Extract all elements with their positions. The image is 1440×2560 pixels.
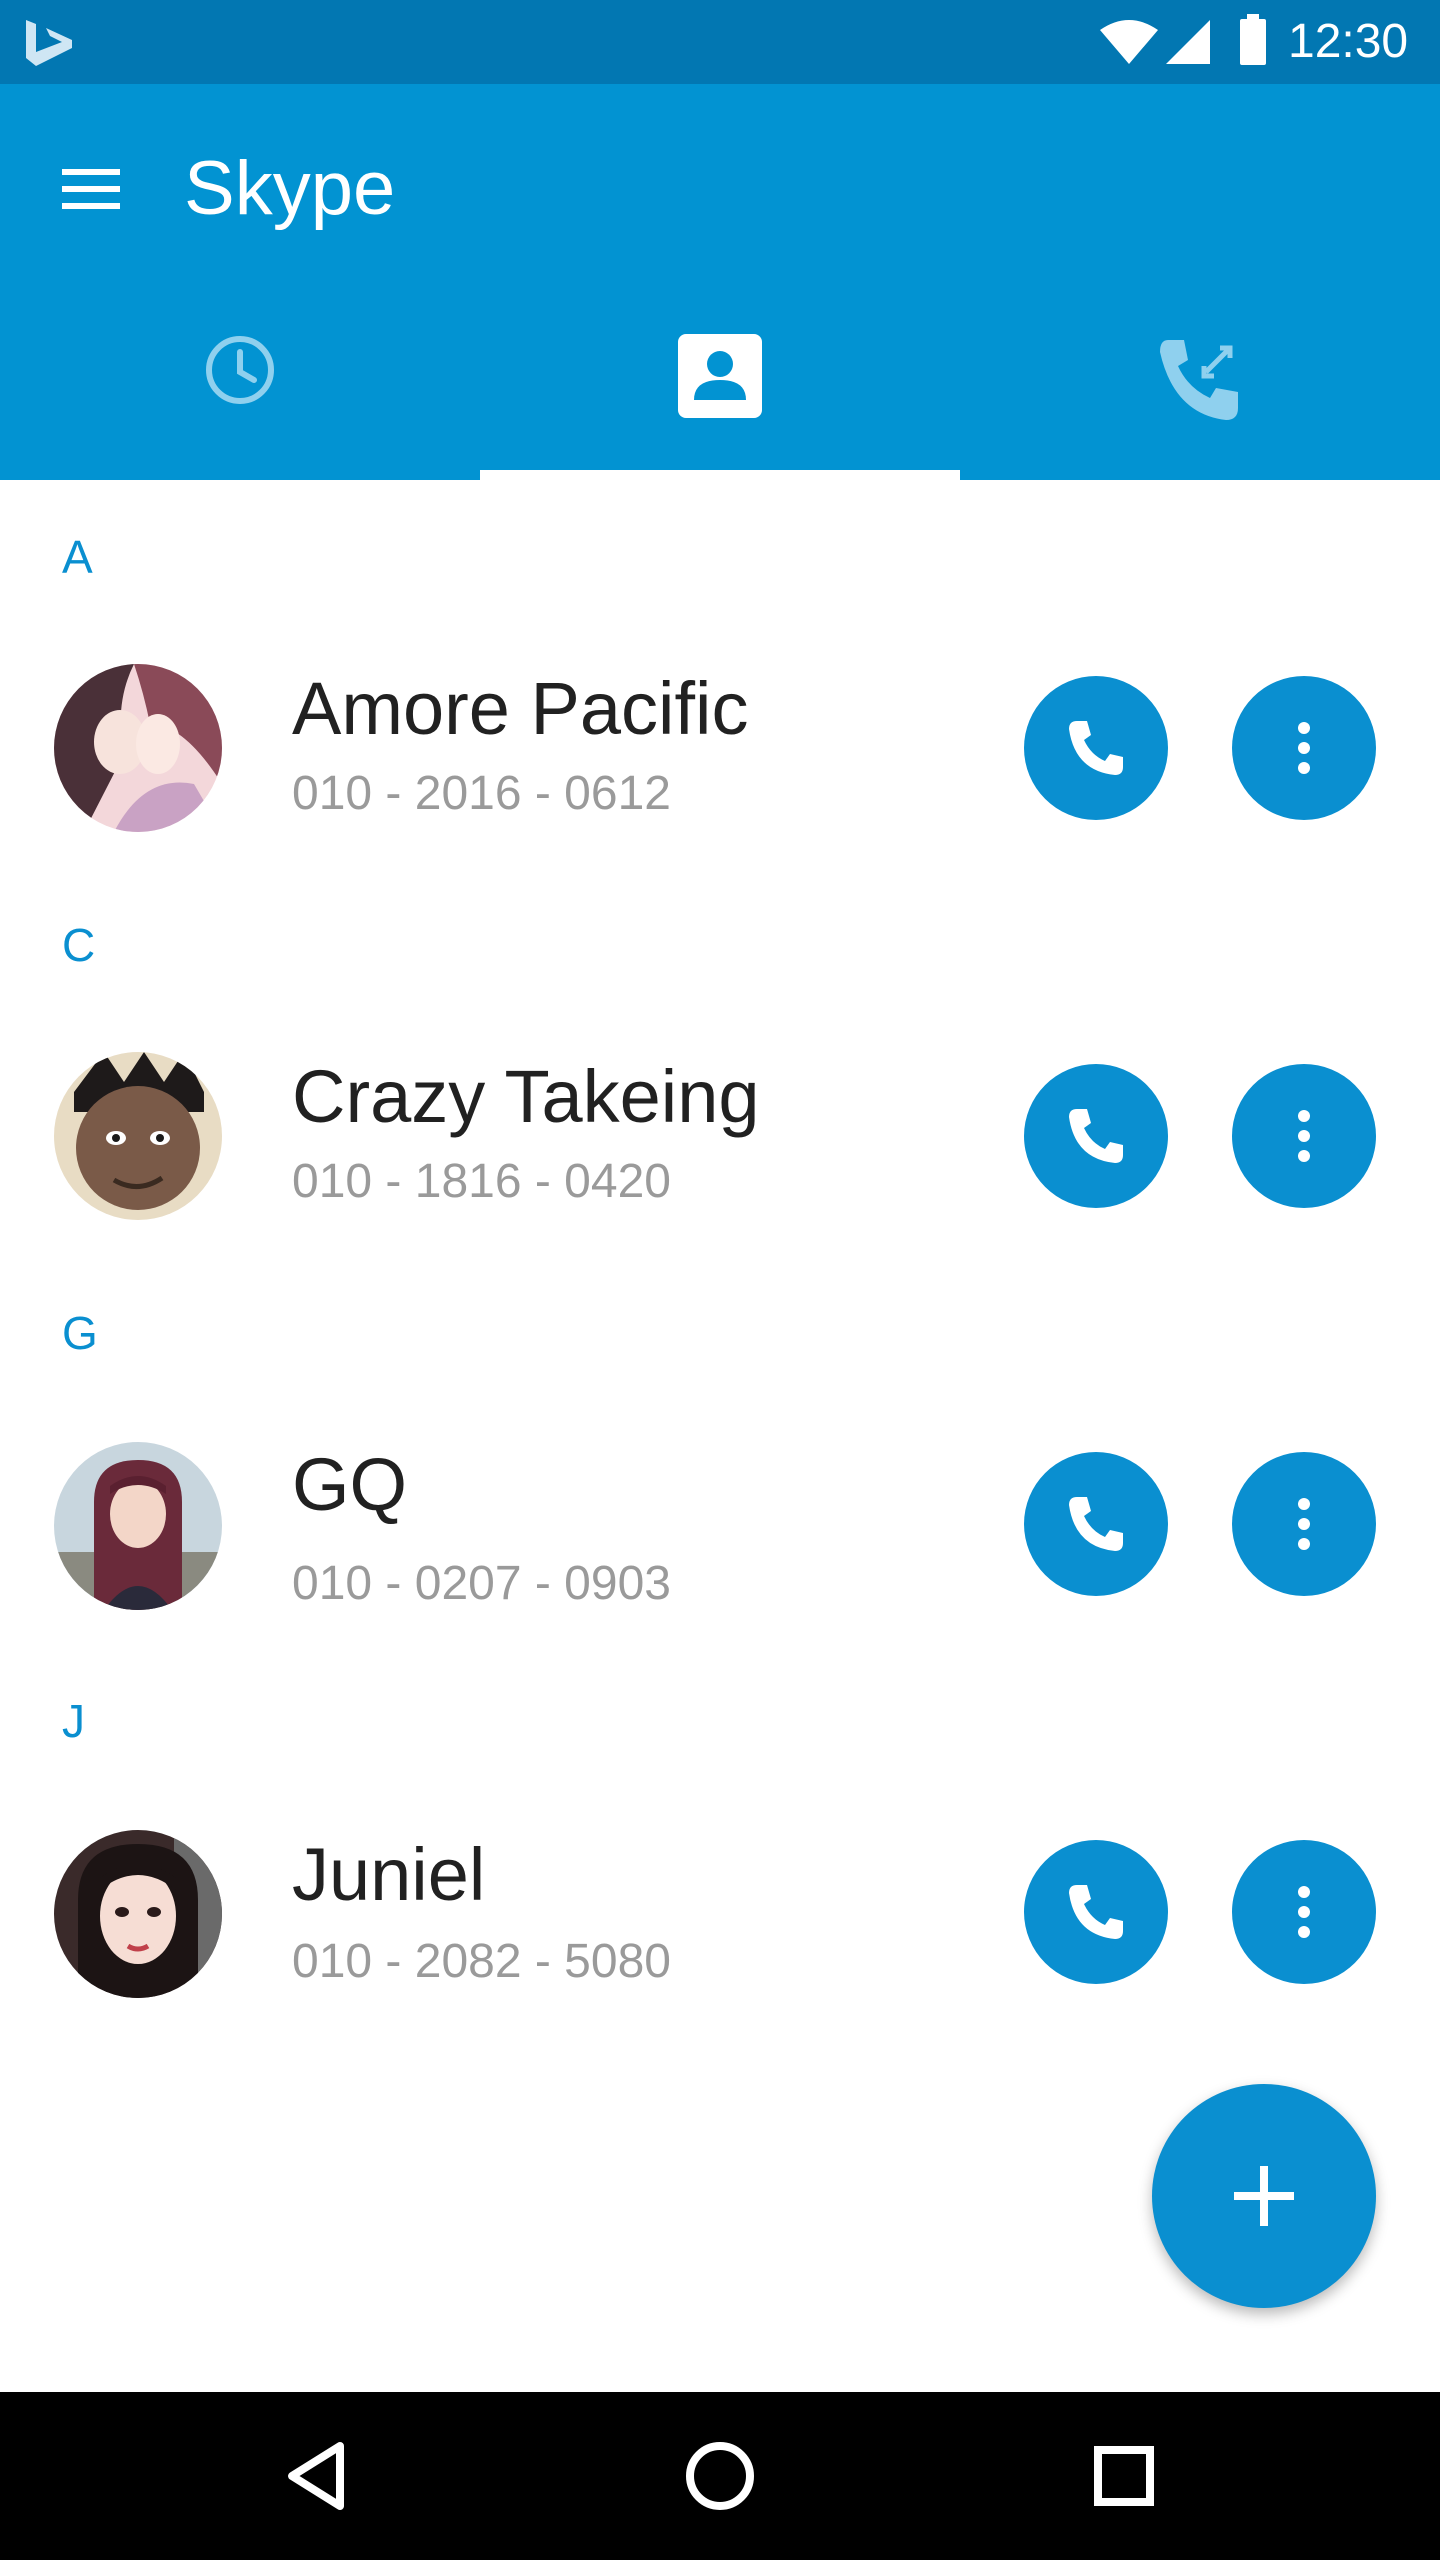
tab-recent[interactable] <box>0 294 480 480</box>
contact-phone: 010 - 1816 - 0420 <box>292 1155 671 1208</box>
phone-transfer-icon <box>1160 340 1238 420</box>
avatar[interactable] <box>54 1442 222 1610</box>
hamburger-menu-icon[interactable] <box>46 144 136 234</box>
add-contact-button[interactable] <box>1152 2084 1376 2308</box>
contact-phone: 010 - 2016 - 0612 <box>292 767 671 820</box>
contact-name[interactable]: Amore Pacific <box>292 666 748 751</box>
system-nav-bar <box>0 2392 1440 2560</box>
more-options-button[interactable] <box>1232 1064 1376 1208</box>
bing-logo-icon <box>26 20 72 66</box>
phone-icon <box>1069 721 1123 775</box>
phone-icon <box>1069 1109 1123 1163</box>
call-button[interactable] <box>1024 1064 1168 1208</box>
contact-phone: 010 - 2082 - 5080 <box>292 1935 671 1988</box>
more-options-button[interactable] <box>1232 676 1376 820</box>
recents-square-icon <box>1094 2446 1154 2506</box>
contact-name[interactable]: Crazy Takeing <box>292 1054 760 1139</box>
more-vert-icon <box>1298 1498 1310 1550</box>
avatar[interactable] <box>54 1830 222 1998</box>
more-options-button[interactable] <box>1232 1452 1376 1596</box>
avatar[interactable] <box>54 664 222 832</box>
call-button[interactable] <box>1024 676 1168 820</box>
tab-indicator <box>480 470 960 480</box>
status-time: 12:30 <box>1288 15 1409 68</box>
section-header-c: C <box>62 919 96 971</box>
nav-back-button[interactable] <box>266 2426 366 2526</box>
cell-signal-icon <box>1166 20 1210 64</box>
call-button[interactable] <box>1024 1452 1168 1596</box>
tab-calls[interactable] <box>960 294 1440 480</box>
more-vert-icon <box>1298 1886 1310 1938</box>
call-button[interactable] <box>1024 1840 1168 1984</box>
more-options-button[interactable] <box>1232 1840 1376 1984</box>
avatar[interactable] <box>54 1052 222 1220</box>
battery-icon <box>1240 14 1266 65</box>
section-header-j: J <box>62 1695 85 1747</box>
tab-contacts[interactable] <box>480 294 960 480</box>
nav-home-button[interactable] <box>670 2426 770 2526</box>
phone-icon <box>1069 1497 1123 1551</box>
more-vert-icon <box>1298 722 1310 774</box>
contact-name[interactable]: Juniel <box>292 1832 485 1917</box>
app-bar: Skype <box>0 84 1440 480</box>
app-title: Skype <box>184 146 396 231</box>
home-circle-icon <box>686 2442 754 2510</box>
nav-recents-button[interactable] <box>1074 2426 1174 2526</box>
back-triangle-icon <box>288 2442 344 2510</box>
section-header-g: G <box>62 1307 98 1359</box>
wifi-icon <box>1100 20 1158 64</box>
contact-phone: 010 - 0207 - 0903 <box>292 1557 671 1610</box>
contact-name[interactable]: GQ <box>292 1442 407 1527</box>
status-bar: 12:30 <box>0 0 1440 84</box>
phone-icon <box>1069 1885 1123 1939</box>
clock-icon <box>206 336 274 404</box>
section-header-a: A <box>62 531 93 583</box>
more-vert-icon <box>1298 1110 1310 1162</box>
contact-card-icon <box>678 334 762 418</box>
plus-icon <box>1234 2166 1294 2226</box>
